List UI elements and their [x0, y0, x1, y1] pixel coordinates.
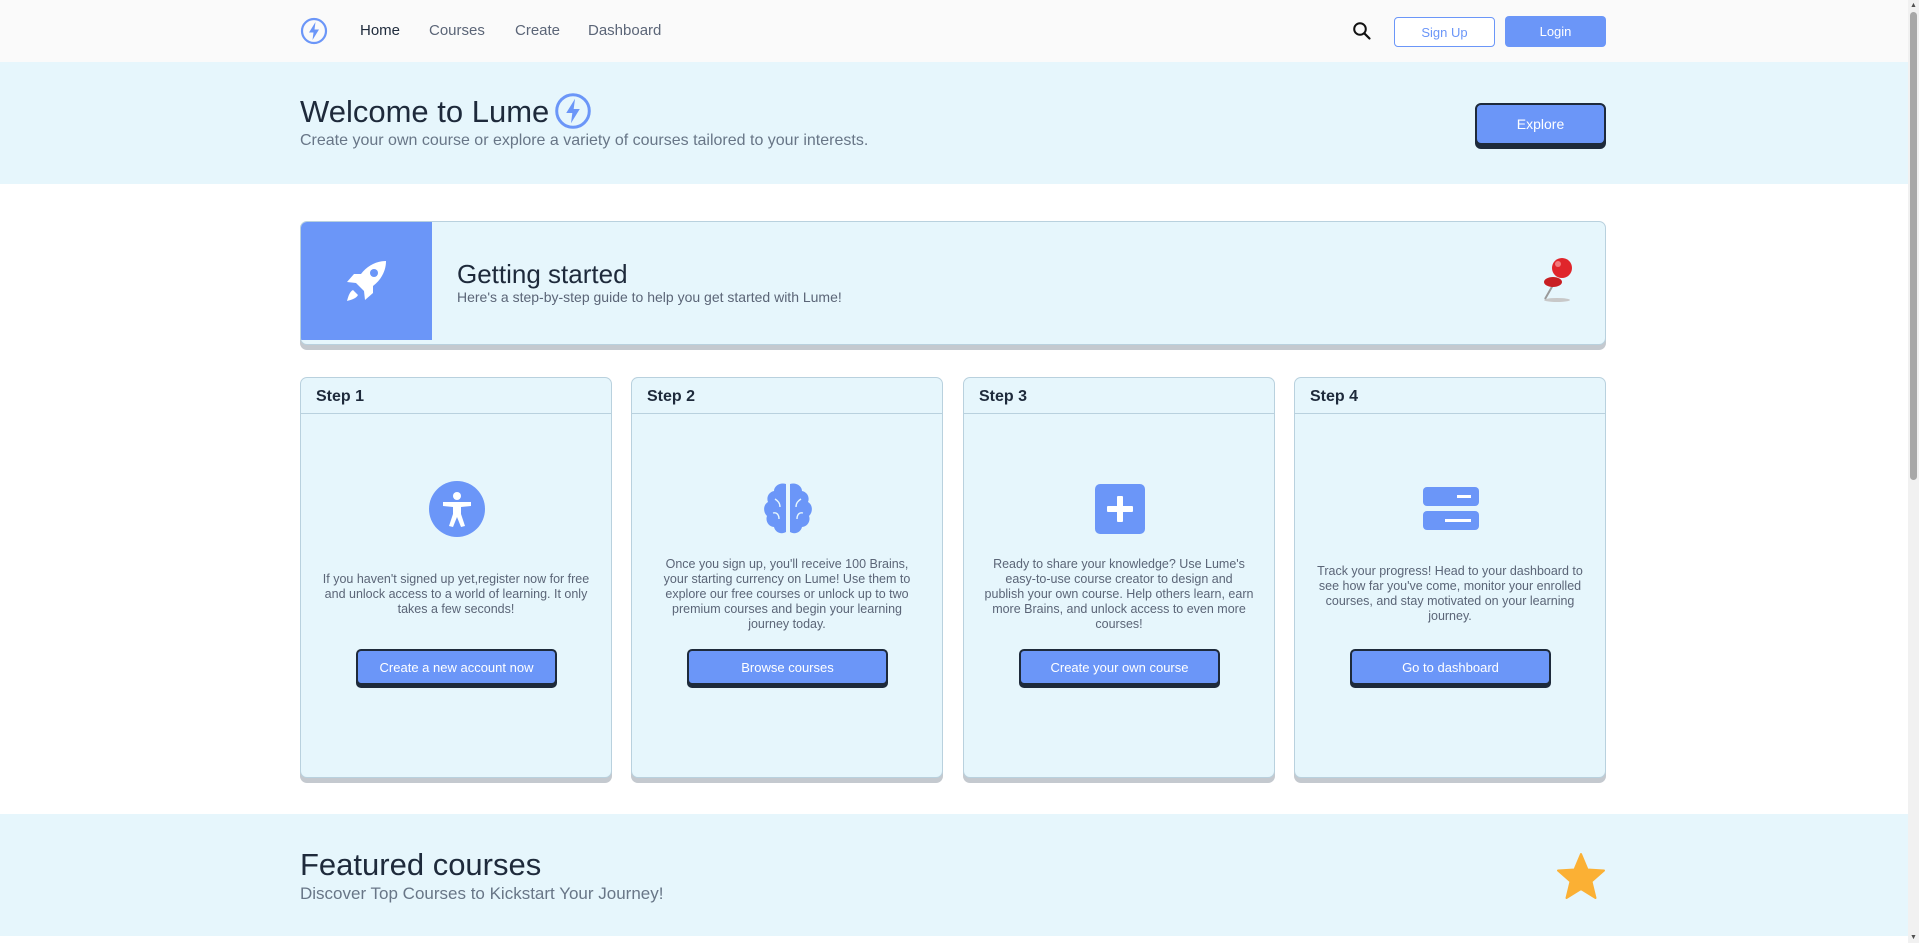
nav-link-create[interactable]: Create: [515, 22, 560, 39]
getting-started-icon-box: [301, 222, 432, 340]
explore-button[interactable]: Explore: [1475, 103, 1606, 145]
getting-started-title: Getting started: [457, 259, 628, 289]
featured-subtitle: Discover Top Courses to Kickstart Your J…: [300, 884, 664, 903]
brain-icon: [760, 481, 816, 537]
accessibility-icon: [429, 481, 485, 537]
getting-started-card: Getting started Here's a step-by-step gu…: [300, 221, 1606, 345]
login-button[interactable]: Login: [1505, 16, 1606, 47]
step-description: Once you sign up, you'll receive 100 Bra…: [663, 557, 911, 631]
scroll-up-arrow-icon[interactable]: ▲: [1909, 1, 1918, 10]
featured-title: Featured courses: [300, 847, 542, 882]
step-header: Step 3: [964, 378, 1274, 414]
getting-started-subtitle: Here's a step-by-step guide to help you …: [457, 289, 842, 305]
navbar: Home Courses Create Dashboard Sign Up Lo…: [0, 0, 1908, 62]
step-card-4: Step 4 Track your progress! Head to your…: [1294, 377, 1606, 778]
step-card-2: Step 2 Once you sign up, you'll receive …: [631, 377, 943, 778]
step-description: Ready to share your knowledge? Use Lume'…: [984, 557, 1254, 631]
create-course-button[interactable]: Create your own course: [1019, 649, 1220, 685]
plus-square-icon: [1092, 481, 1148, 537]
go-to-dashboard-button[interactable]: Go to dashboard: [1350, 649, 1551, 685]
step-header: Step 4: [1295, 378, 1605, 414]
signup-button[interactable]: Sign Up: [1394, 17, 1495, 47]
bolt-logo-icon: [555, 93, 591, 129]
step-description: If you haven't signed up yet,register no…: [322, 572, 590, 616]
search-icon[interactable]: [1352, 21, 1372, 41]
star-icon: [1557, 853, 1605, 899]
step-card-1: Step 1 If you haven't signed up yet,regi…: [300, 377, 612, 778]
hero-subtitle: Create your own course or explore a vari…: [300, 132, 869, 149]
bolt-logo-icon[interactable]: [300, 17, 328, 45]
nav-link-home[interactable]: Home: [360, 22, 400, 39]
step-header: Step 2: [632, 378, 942, 414]
dashboard-bars-icon: [1423, 481, 1479, 537]
page-scrollbar[interactable]: ▲ ▼: [1908, 0, 1919, 943]
hero-title: Welcome to Lume: [300, 94, 550, 129]
scroll-down-arrow-icon[interactable]: ▼: [1909, 933, 1918, 942]
step-description: Track your progress! Head to your dashbo…: [1317, 564, 1583, 623]
featured-courses-section: Featured courses Discover Top Courses to…: [0, 814, 1908, 936]
step-card-3: Step 3 Ready to share your knowledge? Us…: [963, 377, 1275, 778]
nav-link-courses[interactable]: Courses: [429, 22, 485, 39]
create-account-button[interactable]: Create a new account now: [356, 649, 557, 685]
step-header: Step 1: [301, 378, 611, 414]
scroll-thumb[interactable]: [1910, 12, 1917, 480]
nav-link-dashboard[interactable]: Dashboard: [588, 22, 661, 39]
pushpin-icon: [1544, 258, 1572, 302]
hero-banner: Welcome to Lume Create your own course o…: [0, 62, 1908, 184]
browse-courses-button[interactable]: Browse courses: [687, 649, 888, 685]
rocket-icon: [346, 261, 386, 301]
